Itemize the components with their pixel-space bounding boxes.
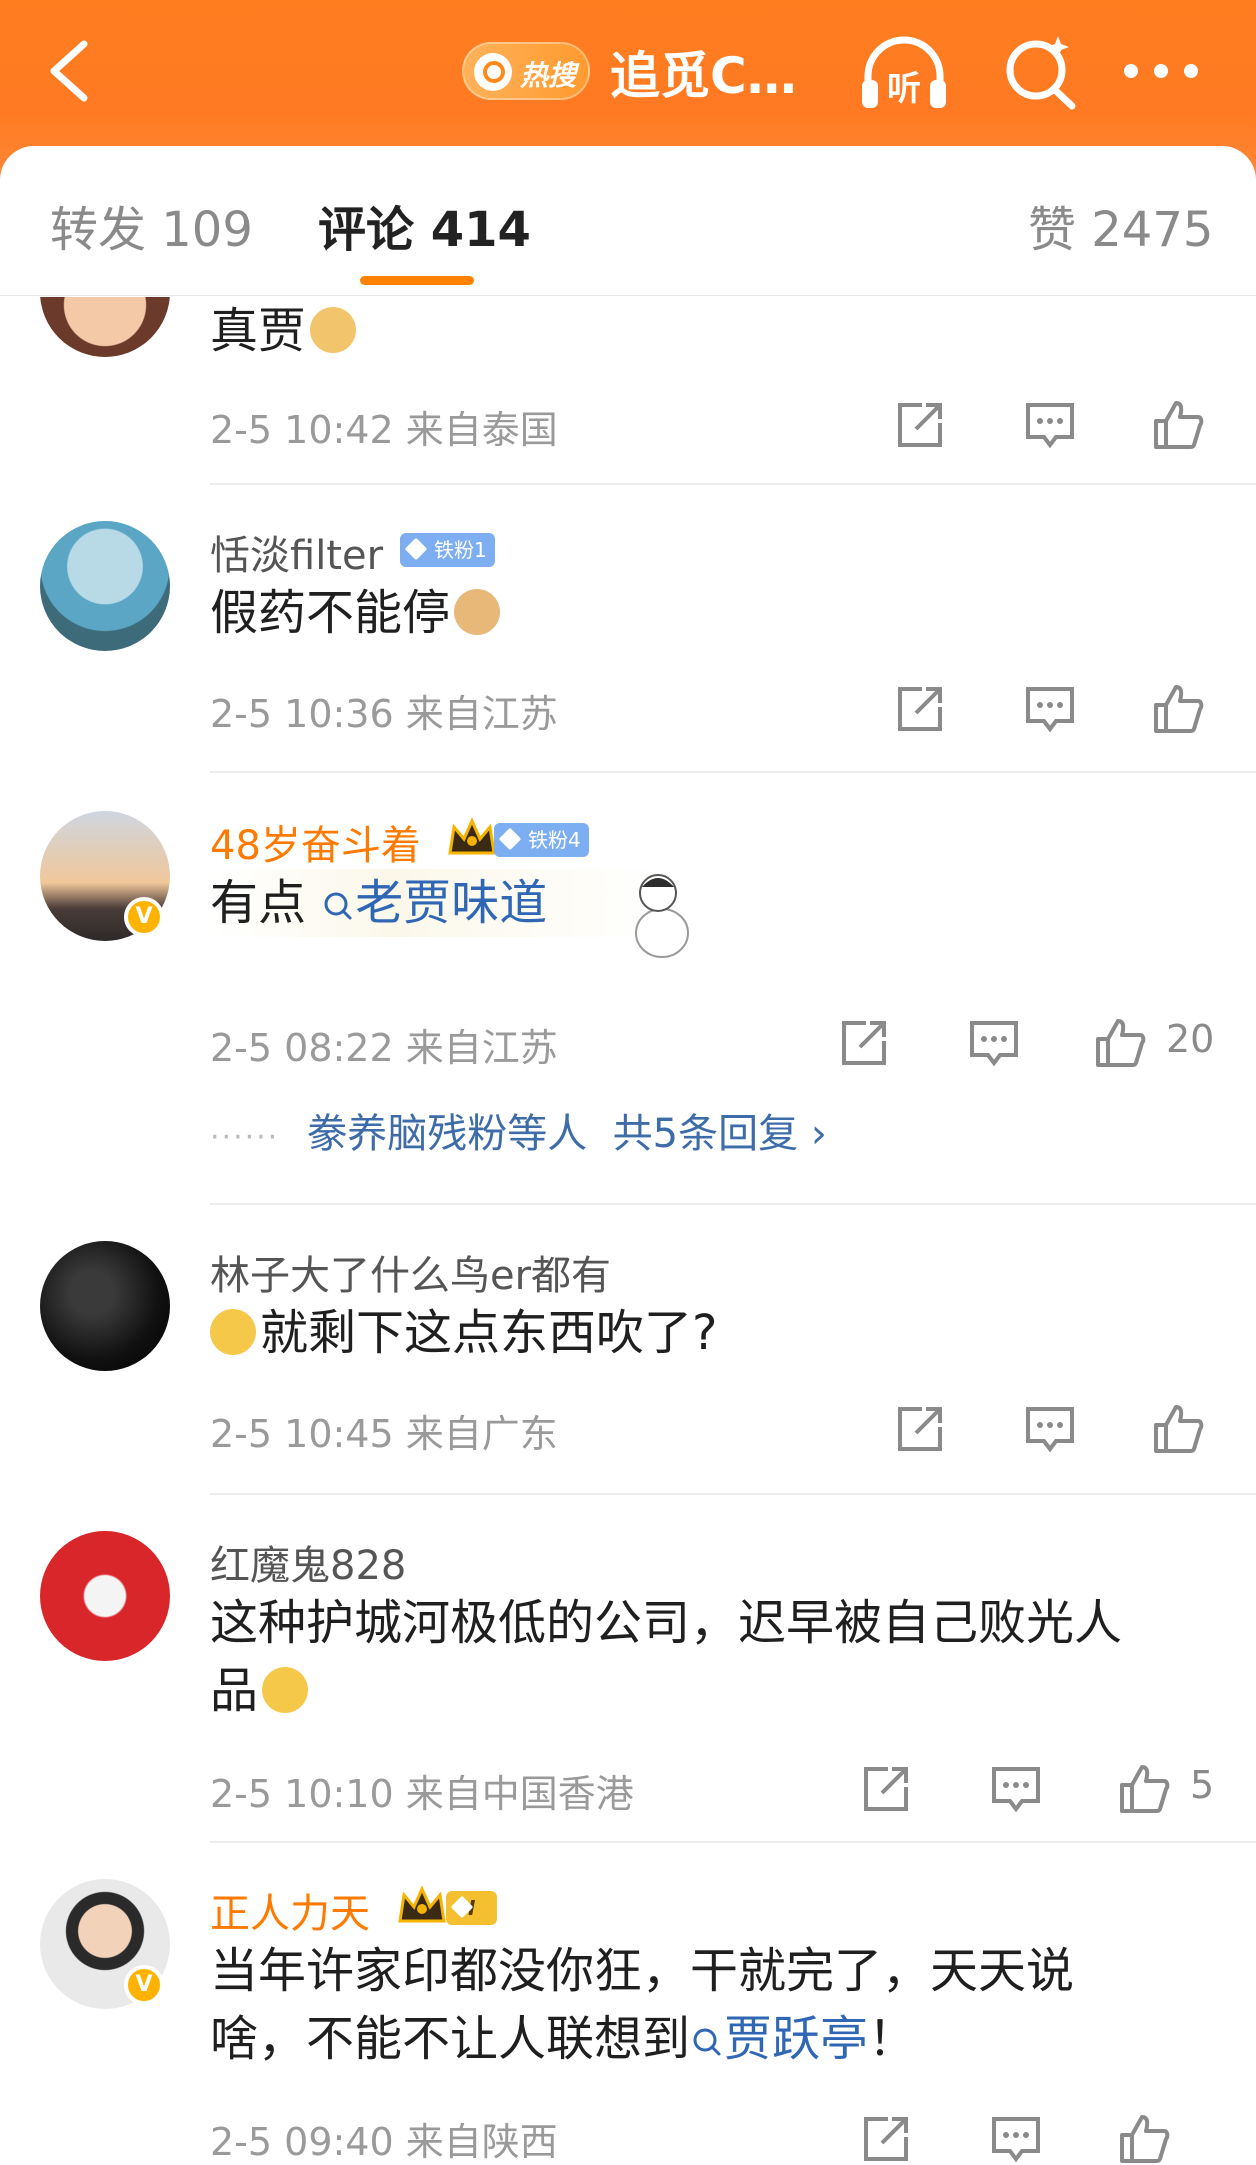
comment-divider <box>210 771 1256 773</box>
avatar[interactable] <box>40 521 170 651</box>
comment-divider <box>210 483 1256 485</box>
verified-badge-icon: V <box>124 1965 164 2005</box>
comment-meta: 2-5 10:36 来自江苏 <box>210 692 558 736</box>
comment-list[interactable]: 真贾 2-5 10:42 来自泰国 恬淡filter 铁粉1 假药不能停 2-5… <box>0 297 1256 2165</box>
sticker-icon <box>628 863 698 963</box>
repost-icon[interactable] <box>892 681 948 737</box>
back-arrow-icon[interactable] <box>40 36 100 106</box>
comment-text: 有点 老贾味道 <box>210 869 668 937</box>
shush-emoji-icon <box>262 1667 309 1713</box>
like-count: 5 <box>1190 1763 1215 1807</box>
crown-icon <box>446 817 498 857</box>
tab-likes[interactable]: 赞 2475 <box>1028 190 1213 260</box>
username[interactable]: 48岁奋斗着 <box>210 813 421 871</box>
avatar[interactable] <box>40 1241 170 1371</box>
comment-text-line-1: 当年许家印都没你狂，干就完了，天天说 <box>210 1943 1075 1999</box>
comment-icon[interactable] <box>1022 397 1078 453</box>
comment-item: V 48岁奋斗着 铁粉4 有点 老贾味道 2-5 08:22 来自江苏 20 ·… <box>0 777 1256 1207</box>
like-icon[interactable] <box>1092 1015 1148 1071</box>
headphones-icon[interactable]: 听 <box>856 30 952 114</box>
topic-link[interactable]: 老贾味道 <box>306 875 547 931</box>
hot-search-label: 热搜 <box>520 59 577 92</box>
search-icon <box>474 53 512 91</box>
fan-level-badge: 铁粉1 <box>400 533 495 567</box>
topic-link[interactable]: 贾跃亭 <box>690 2011 868 2067</box>
comment-item: V 正人力天 I 当年许家印都没你狂，干就完了，天天说 啥，不能不让人联想到 贾跃… <box>0 1845 1256 2165</box>
username[interactable]: 恬淡filter <box>210 523 383 581</box>
topic-search-icon <box>324 892 352 920</box>
repost-icon[interactable] <box>858 2111 914 2165</box>
comment-text: 真贾 <box>210 297 357 365</box>
comment-text: 就剩下这点东西吹了? <box>210 1299 717 1367</box>
tab-bar: 转发 109 评论 414 赞 2475 <box>0 146 1256 296</box>
listen-label: 听 <box>887 69 921 109</box>
comment-icon[interactable] <box>1022 1401 1078 1457</box>
avatar[interactable] <box>40 297 170 357</box>
topic-search-icon <box>693 2028 721 2056</box>
username[interactable]: 林子大了什么鸟er都有 <box>210 1243 611 1301</box>
comment-divider <box>210 1203 1256 1205</box>
tab-reposts[interactable]: 转发 109 <box>50 190 253 260</box>
thinking-emoji-icon <box>210 1309 256 1355</box>
fan-level-badge: 铁粉4 <box>494 823 589 857</box>
crown-icon <box>396 1885 448 1925</box>
doge-emoji-icon <box>310 307 357 353</box>
comment-text: 假药不能停 <box>210 579 501 647</box>
comment-item: 真贾 2-5 10:42 来自泰国 <box>0 297 1256 487</box>
active-tab-indicator <box>360 276 474 285</box>
tab-comments[interactable]: 评论 414 <box>318 190 531 260</box>
dots-icon: ······ <box>210 1120 280 1155</box>
comment-text-line-2: 啥，不能不让人联想到 贾跃亭！ <box>210 2011 917 2067</box>
repost-icon[interactable] <box>892 397 948 453</box>
comment-text-line-1: 这种护城河极低的公司，迟早被自己败光人 <box>210 1595 1123 1651</box>
repost-icon[interactable] <box>836 1015 892 1071</box>
like-icon[interactable] <box>1150 681 1206 737</box>
member-level-badge: I <box>446 1891 498 1925</box>
comment-divider <box>210 1493 1256 1495</box>
repost-icon[interactable] <box>892 1401 948 1457</box>
repost-icon[interactable] <box>858 1761 914 1817</box>
comment-meta: 2-5 09:40 来自陕西 <box>210 2120 558 2164</box>
comment-meta: 2-5 10:10 来自中国香港 <box>210 1772 634 1816</box>
comment-icon[interactable] <box>966 1015 1022 1071</box>
comment-icon[interactable] <box>988 1761 1044 1817</box>
comment-divider <box>210 1841 1256 1843</box>
like-icon[interactable] <box>1150 397 1206 453</box>
comment-meta: 2-5 10:42 来自泰国 <box>210 408 558 452</box>
verified-badge-icon: V <box>124 897 164 937</box>
comment-meta: 2-5 10:45 来自广东 <box>210 1412 558 1456</box>
hot-search-badge[interactable]: 热搜 <box>462 42 590 100</box>
like-count: 20 <box>1166 1017 1215 1061</box>
comment-meta: 2-5 08:22 来自江苏 <box>210 1026 558 1070</box>
comment-item: 恬淡filter 铁粉1 假药不能停 2-5 10:36 来自江苏 <box>0 487 1256 777</box>
comment-text-line-2: 品 <box>210 1657 309 1725</box>
more-options-icon[interactable] <box>1124 64 1200 80</box>
ai-search-icon[interactable] <box>1000 30 1084 114</box>
comment-item: 林子大了什么鸟er都有 就剩下这点东西吹了? 2-5 10:45 来自广东 <box>0 1207 1256 1497</box>
username[interactable]: 红魔鬼828 <box>210 1533 406 1591</box>
page-title[interactable]: 追觅C… <box>610 36 797 108</box>
cat-emoji-icon <box>454 589 501 635</box>
avatar[interactable] <box>40 1531 170 1661</box>
username[interactable]: 正人力天 <box>210 1881 370 1939</box>
view-replies-link[interactable]: ······ 豢养脑残粉等人 共5条回复 › <box>210 1101 827 1159</box>
like-icon[interactable] <box>1150 1401 1206 1457</box>
like-icon[interactable] <box>1116 1761 1172 1817</box>
comment-icon[interactable] <box>988 2111 1044 2165</box>
like-icon[interactable] <box>1116 2111 1172 2165</box>
comment-icon[interactable] <box>1022 681 1078 737</box>
comment-item: 红魔鬼828 这种护城河极低的公司，迟早被自己败光人 品 2-5 10:10 来… <box>0 1497 1256 1845</box>
